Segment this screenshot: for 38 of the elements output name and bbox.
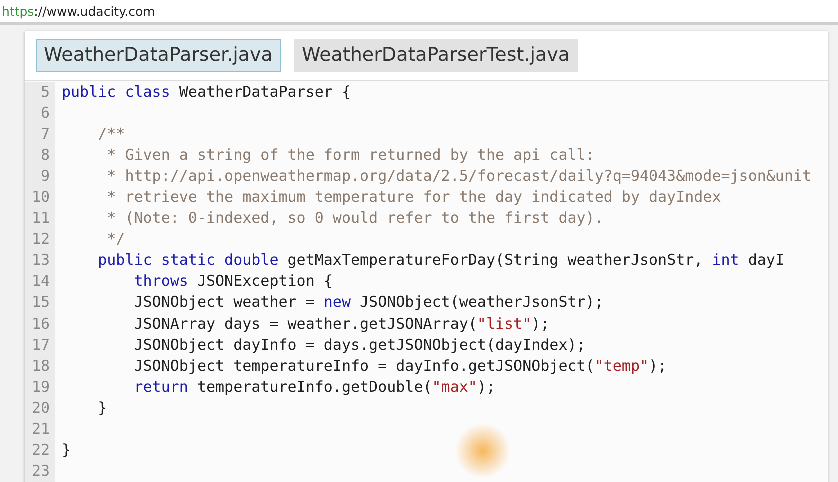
- line-number: 21: [32, 420, 50, 438]
- code-line: /**: [97, 125, 126, 144]
- line-number: 23: [32, 462, 50, 480]
- code-line: public class WeatherDataParser {: [62, 83, 351, 101]
- line-number: 19: [32, 378, 50, 396]
- code-line: return temperatureInfo.getDouble("max");: [133, 378, 496, 396]
- code-line: }: [97, 398, 108, 417]
- code-line: * retrieve the maximum temperature for the day indicated by dayIndex: [106, 188, 722, 206]
- code-line: JSONObject dayInfo = days.getJSONObject(dayIndex);: [133, 336, 586, 354]
- line-number: 22: [32, 440, 50, 459]
- code-line: throws JSONException {: [133, 272, 333, 290]
- line-number: 17: [32, 336, 50, 354]
- line-number: 5: [40, 83, 50, 101]
- line-number: 12: [32, 230, 50, 248]
- line-number: 14: [32, 272, 50, 290]
- line-number: 13: [32, 251, 50, 270]
- line-number: 7: [40, 125, 50, 144]
- line-number: 10: [32, 188, 50, 206]
- line-number: 6: [40, 104, 50, 122]
- line-number: 11: [32, 209, 50, 228]
- code-line: public static double getMaxTemperatureForDay(String weatherJsonStr, int dayI: [97, 251, 784, 270]
- file-tab[interactable]: WeatherDataParser.java: [36, 39, 281, 72]
- line-number: 20: [32, 398, 50, 417]
- line-number: 15: [32, 293, 50, 312]
- line-number: 18: [32, 356, 50, 375]
- code-line: JSONObject weather = new JSONObject(weatherJsonStr);: [133, 293, 604, 312]
- file-tab[interactable]: WeatherDataParserTest.java: [294, 39, 578, 72]
- code-line: }: [62, 440, 72, 459]
- line-number: 16: [32, 314, 50, 333]
- code-line: * Given a string of the form returned by the api call:: [106, 146, 595, 164]
- line-number: 9: [40, 167, 50, 186]
- code-line: * http://api.openweathermap.org/data/2.5/forecast/daily?q=94043&mode=json&unit: [106, 167, 812, 186]
- line-number: 8: [40, 146, 50, 164]
- code-line: JSONObject temperatureInfo = dayInfo.getJSONObject("temp");: [133, 356, 668, 375]
- code-line: */: [106, 230, 126, 248]
- address-text[interactable]: https://www.udacity.com: [2, 4, 156, 18]
- code-line: * (Note: 0-indexed, so 0 would refer to the first day).: [106, 209, 604, 228]
- code-line: JSONArray days = weather.getJSONArray("list");: [133, 314, 550, 333]
